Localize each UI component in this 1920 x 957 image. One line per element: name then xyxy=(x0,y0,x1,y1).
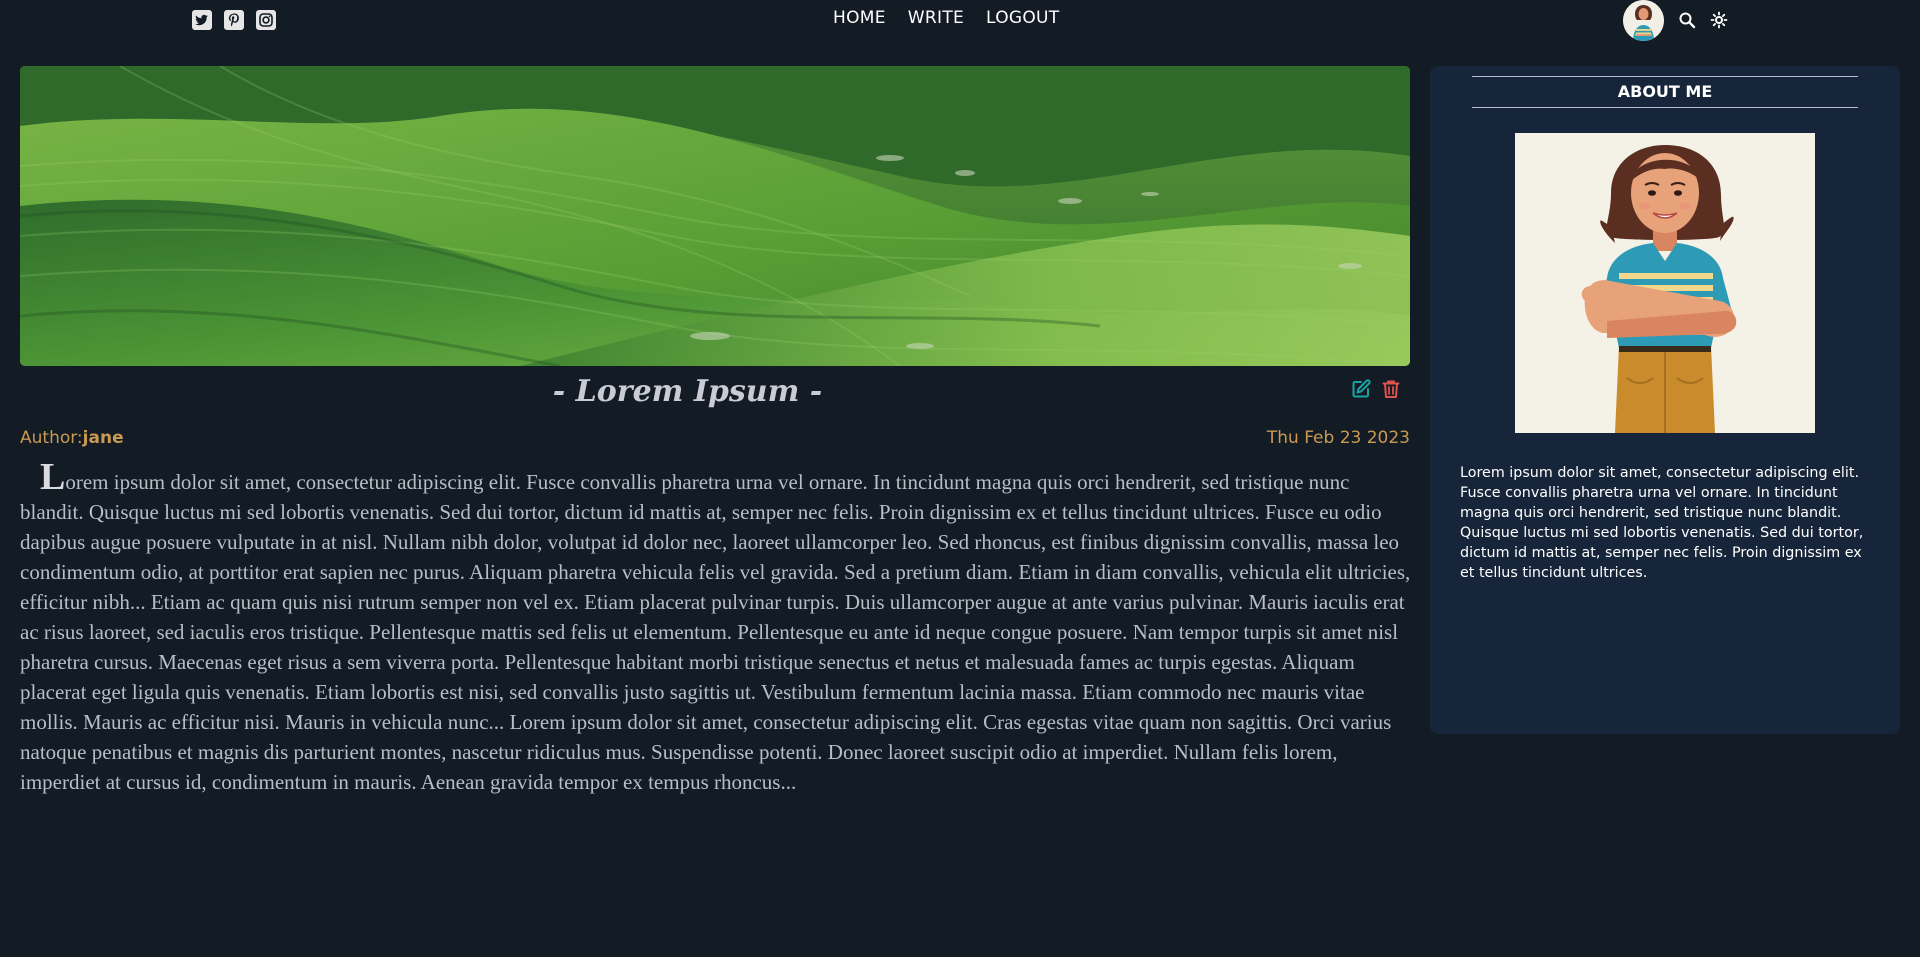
woman-illustration xyxy=(1515,133,1815,433)
post-actions xyxy=(1350,378,1402,400)
author-label: Author: xyxy=(20,428,83,448)
search-icon[interactable] xyxy=(1678,11,1696,29)
nav-logout[interactable]: LOGOUT xyxy=(986,8,1059,28)
edit-icon[interactable] xyxy=(1350,378,1372,400)
green-hills-image xyxy=(20,66,1410,366)
nav-write[interactable]: WRITE xyxy=(908,8,964,28)
sidebar: ABOUT ME Lorem ipsum dolor sit amet, con… xyxy=(1430,66,1900,734)
user-tools xyxy=(1623,0,1728,41)
theme-toggle-icon[interactable] xyxy=(1710,11,1728,29)
post-title: - Lorem Ipsum - xyxy=(552,374,823,409)
delete-icon[interactable] xyxy=(1380,378,1402,400)
avatar[interactable] xyxy=(1623,0,1664,41)
twitter-icon[interactable] xyxy=(191,9,213,31)
author-name[interactable]: jane xyxy=(83,428,124,448)
about-me-title: ABOUT ME xyxy=(1472,76,1858,108)
about-me-text: Lorem ipsum dolor sit amet, consectetur … xyxy=(1460,465,1864,581)
nav-home[interactable]: HOME xyxy=(833,8,886,28)
top-bar: HOME WRITE LOGOUT xyxy=(0,0,1920,44)
social-links xyxy=(191,9,277,31)
post-dropcap: L xyxy=(40,456,66,498)
post-hero-image xyxy=(20,66,1410,366)
instagram-icon[interactable] xyxy=(255,9,277,31)
main-nav: HOME WRITE LOGOUT xyxy=(833,8,1059,28)
post-author: Author:jane xyxy=(20,428,124,448)
post-body-text: orem ipsum dolor sit amet, consectetur a… xyxy=(20,470,1411,794)
post-body: Lorem ipsum dolor sit amet, consectetur … xyxy=(20,458,1412,797)
pinterest-icon[interactable] xyxy=(223,9,245,31)
about-me-image xyxy=(1515,133,1815,433)
post-date: Thu Feb 23 2023 xyxy=(1266,428,1410,448)
